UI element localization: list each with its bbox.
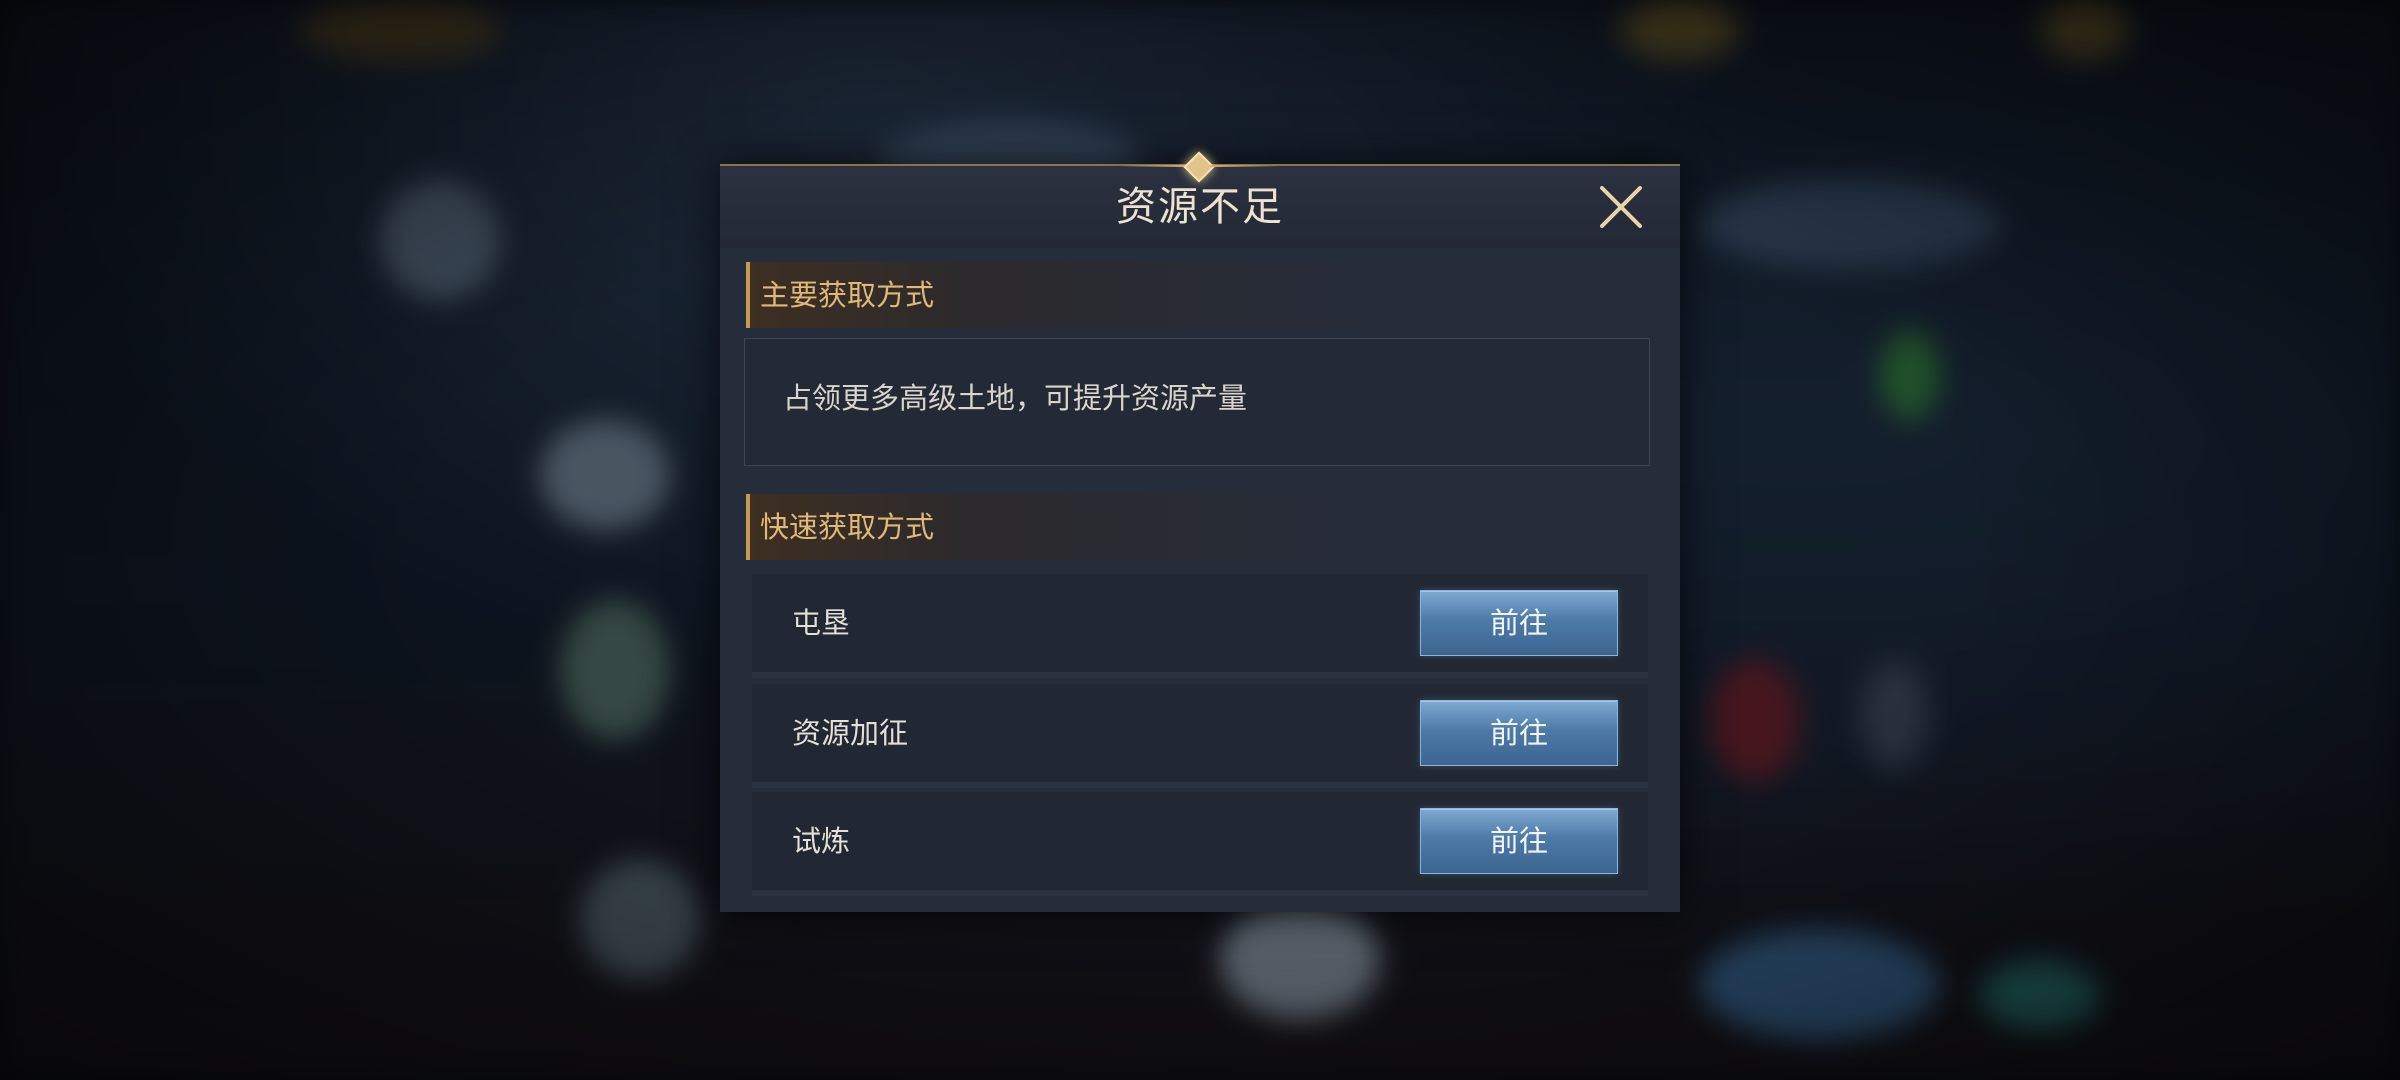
primary-method-header: 主要获取方式 (746, 262, 1380, 328)
dialog-title: 资源不足 (1116, 184, 1284, 230)
close-button[interactable] (1596, 182, 1646, 232)
quick-method-label-trial: 试炼 (792, 824, 851, 858)
game-screen: 资源不足 主要获取方式 占领更多高级土地，可提升资源产量 快速获取方式 屯垦 前… (0, 0, 2400, 1080)
quick-method-label: 快速获取方式 (760, 510, 935, 544)
close-icon (1600, 186, 1642, 228)
quick-method-label-resource-levy: 资源加征 (792, 716, 909, 750)
dialog-title-bar: 资源不足 (720, 151, 1680, 248)
go-button-trial[interactable]: 前往 (1420, 808, 1618, 874)
quick-method-row-trial: 试炼 前往 (752, 792, 1648, 896)
quick-method-header: 快速获取方式 (746, 494, 1380, 560)
primary-method-description: 占领更多高级土地，可提升资源产量 (783, 381, 1248, 415)
quick-method-row-resource-levy: 资源加征 前往 (752, 684, 1648, 788)
resource-insufficient-dialog: 资源不足 主要获取方式 占领更多高级土地，可提升资源产量 快速获取方式 屯垦 前… (720, 151, 1680, 912)
go-button-resource-levy[interactable]: 前往 (1420, 700, 1618, 766)
primary-method-info-box: 占领更多高级土地，可提升资源产量 (744, 338, 1650, 466)
quick-method-row-tunken: 屯垦 前往 (752, 574, 1648, 678)
primary-method-label: 主要获取方式 (760, 278, 935, 312)
go-button-tunken[interactable]: 前往 (1420, 590, 1618, 656)
quick-method-label-tunken: 屯垦 (792, 606, 851, 640)
